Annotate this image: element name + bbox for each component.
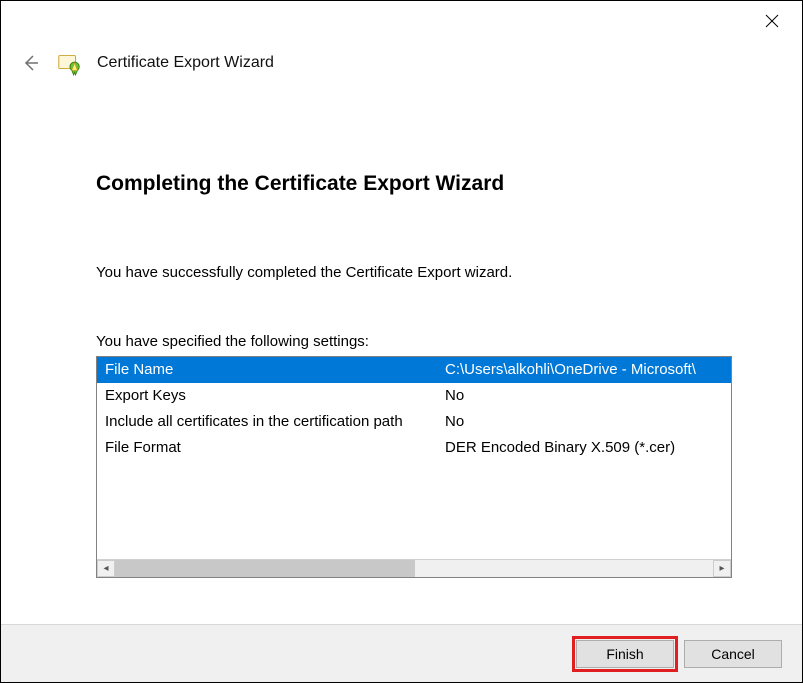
scroll-track[interactable] <box>115 560 713 577</box>
setting-value: DER Encoded Binary X.509 (*.cer) <box>445 435 723 461</box>
horizontal-scrollbar[interactable]: ◂ ▸ <box>97 559 731 577</box>
page-heading: Completing the Certificate Export Wizard <box>96 172 732 196</box>
setting-key: File Format <box>105 435 445 461</box>
finish-button[interactable]: Finish <box>576 640 674 668</box>
scroll-left-button[interactable]: ◂ <box>97 560 115 577</box>
setting-key: File Name <box>105 357 445 383</box>
wizard-header: Certificate Export Wizard <box>1 41 802 97</box>
setting-key: Include all certificates in the certific… <box>105 409 445 435</box>
settings-rows: File Name C:\Users\alkohli\OneDrive - Mi… <box>97 357 731 559</box>
setting-value: C:\Users\alkohli\OneDrive - Microsoft\ <box>445 357 723 383</box>
chevron-left-icon: ◂ <box>103 563 108 574</box>
titlebar <box>1 1 802 41</box>
chevron-right-icon: ▸ <box>719 563 724 574</box>
table-row[interactable]: Export Keys No <box>97 383 731 409</box>
close-button[interactable] <box>749 6 794 36</box>
certificate-wizard-icon <box>55 49 83 77</box>
setting-value: No <box>445 409 723 435</box>
settings-label: You have specified the following setting… <box>96 333 732 350</box>
table-row[interactable]: Include all certificates in the certific… <box>97 409 731 435</box>
table-row[interactable]: File Name C:\Users\alkohli\OneDrive - Mi… <box>97 357 731 383</box>
wizard-title: Certificate Export Wizard <box>97 54 274 72</box>
table-row[interactable]: File Format DER Encoded Binary X.509 (*.… <box>97 435 731 461</box>
wizard-content: Completing the Certificate Export Wizard… <box>1 97 802 598</box>
setting-value: No <box>445 383 723 409</box>
success-message: You have successfully completed the Cert… <box>96 264 732 281</box>
cancel-button[interactable]: Cancel <box>684 640 782 668</box>
scroll-right-button[interactable]: ▸ <box>713 560 731 577</box>
settings-listview[interactable]: File Name C:\Users\alkohli\OneDrive - Mi… <box>96 356 732 578</box>
back-button[interactable] <box>19 52 41 74</box>
setting-key: Export Keys <box>105 383 445 409</box>
scroll-thumb[interactable] <box>115 560 415 577</box>
wizard-window: Certificate Export Wizard Completing the… <box>0 0 803 683</box>
close-icon <box>765 14 779 28</box>
back-arrow-icon <box>21 54 39 72</box>
wizard-footer: Finish Cancel <box>1 624 802 682</box>
